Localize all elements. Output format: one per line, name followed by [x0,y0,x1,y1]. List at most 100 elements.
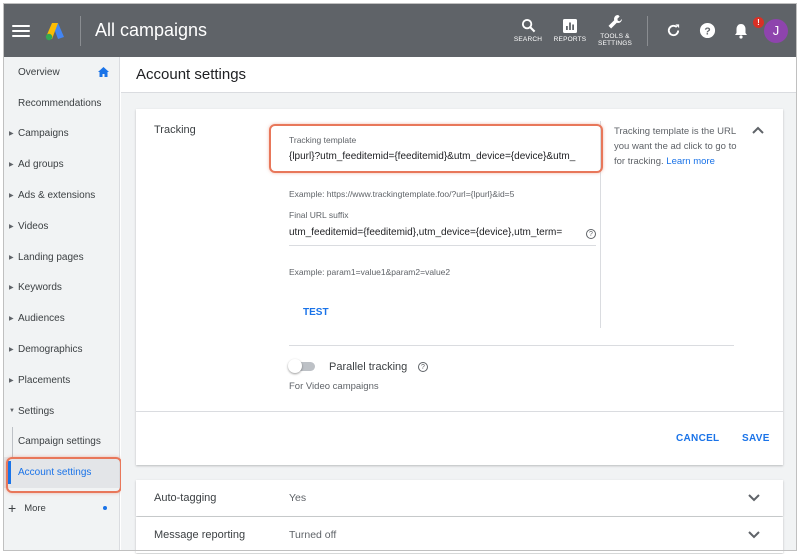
auto-tagging-value: Yes [289,492,307,504]
tracking-card: Tracking Tracking template {lpurl}?utm_f… [136,109,783,465]
sidebar-item-label: Recommendations [18,97,102,109]
caret-right-icon: ▶ [9,285,14,292]
tools-settings-button[interactable]: TOOLS & SETTINGS [591,14,639,47]
wrench-icon [608,15,622,29]
message-reporting-label: Message reporting [154,529,246,541]
menu-icon[interactable] [12,24,30,37]
caret-right-icon: ▶ [9,347,14,354]
svg-text:?: ? [704,26,710,37]
sidebar-item-label: Landing pages [18,251,84,263]
save-button[interactable]: SAVE [742,433,770,444]
reports-label: REPORTS [553,35,587,43]
sidebar-item-ad-groups[interactable]: ▶ Ad groups [4,149,119,180]
learn-more-link[interactable]: Learn more [666,156,715,167]
divider [647,15,648,46]
sidebar-item-overview[interactable]: Overview [4,57,119,88]
search-icon [521,18,535,33]
sidebar-item-demographics[interactable]: ▶ Demographics [4,334,119,365]
sidebar-item-label: Audiences [18,313,65,325]
avatar[interactable]: J [764,18,788,43]
final-url-suffix-input[interactable]: utm_feeditemid={feeditemid},utm_device={… [289,227,585,238]
google-ads-logo[interactable] [44,21,66,41]
home-icon [98,67,109,77]
toggle-knob [288,359,302,373]
sidebar-item-recommendations[interactable]: Recommendations [4,88,119,119]
sidebar-item-settings[interactable]: ▼ Settings [4,396,119,427]
tracking-section-label: Tracking [154,124,196,136]
section-divider [289,345,734,346]
parallel-tracking-note: For Video campaigns [289,381,379,392]
notification-badge: ! [753,16,764,28]
cancel-button[interactable]: CANCEL [676,433,719,444]
caret-right-icon: ▶ [9,377,14,384]
parallel-tracking-label: Parallel tracking [329,361,408,373]
chevron-up-icon[interactable] [752,126,764,134]
sidebar-item-account-settings[interactable]: Account settings [4,457,119,489]
reports-icon [563,18,577,33]
auto-tagging-label: Auto-tagging [154,492,217,504]
sidebar-item-keywords[interactable]: ▶ Keywords [4,273,119,304]
parallel-tracking-help-icon[interactable]: ? [418,362,428,372]
sidebar-item-label: Videos [18,220,49,232]
sidebar-more-button[interactable]: + More [4,494,119,522]
notifications-button[interactable]: ! [724,16,764,39]
caret-right-icon: ▶ [9,193,14,200]
top-app-bar: All campaigns SEARCH REPORTS TOOLS & SET… [4,4,796,57]
reports-button[interactable]: REPORTS [549,18,591,43]
page-title: Account settings [121,57,796,93]
sidebar-item-placements[interactable]: ▶ Placements [4,365,119,396]
caret-right-icon: ▶ [9,316,14,323]
sidebar-item-label: Ad groups [18,159,64,171]
caret-right-icon: ▶ [9,131,14,138]
caret-down-icon: ▼ [9,408,15,415]
plus-icon: + [8,500,17,517]
sidebar-item-ads-extensions[interactable]: ▶ Ads & extensions [4,180,119,211]
bell-icon [735,23,747,39]
search-button[interactable]: SEARCH [507,18,549,43]
chevron-down-icon[interactable] [748,494,760,502]
test-button[interactable]: TEST [303,307,329,318]
refresh-button[interactable] [656,23,690,38]
help-icon: ? [699,22,715,39]
message-reporting-row[interactable]: Message reporting Turned off [136,517,783,553]
sidebar-item-label: Demographics [18,344,83,356]
sidebar-item-videos[interactable]: ▶ Videos [4,211,119,242]
final-url-suffix-label: Final URL suffix [289,210,349,220]
sidebar-item-landing-pages[interactable]: ▶ Landing pages [4,242,119,273]
help-button[interactable]: ? [690,22,724,39]
sidebar-item-label: Overview [18,66,60,78]
new-indicator-dot [103,506,107,511]
sidebar-item-label: Account settings [18,467,92,479]
tracking-template-input[interactable]: {lpurl}?utm_feeditemid={feeditemid}&utm_… [289,151,596,162]
left-navigation: Overview Recommendations ▶ Campaigns ▶ Ad gro… [4,57,120,550]
caret-right-icon: ▶ [9,254,14,261]
sidebar-item-campaign-settings[interactable]: Campaign settings [4,426,119,458]
search-label: SEARCH [513,36,543,43]
caret-right-icon: ▶ [9,223,14,230]
sidebar-item-label: Campaigns [18,128,69,140]
auto-tagging-row[interactable]: Auto-tagging Yes [136,480,783,516]
tracking-help-text: Tracking template is the URL you want th… [614,124,739,169]
tree-line [12,426,13,458]
final-url-suffix-example: Example: param1=value1&param2=value2 [289,267,451,277]
sidebar-item-label: Ads & extensions [18,190,96,202]
parallel-tracking-toggle[interactable] [288,359,318,373]
message-reporting-value: Turned off [289,529,337,541]
column-divider [600,121,601,328]
suffix-help-icon[interactable]: ? [586,229,596,239]
main-content: Account settings Tracking Tracking templ… [121,57,796,553]
tools-settings-label: TOOLS & SETTINGS [597,33,633,47]
caret-right-icon: ▶ [9,162,14,169]
more-label: More [24,502,46,514]
sidebar-item-label: Placements [18,374,71,386]
sidebar-item-audiences[interactable]: ▶ Audiences [4,303,119,334]
refresh-icon [667,24,679,37]
sidebar-item-label: Campaign settings [18,436,101,448]
sidebar-item-campaigns[interactable]: ▶ Campaigns [4,119,119,150]
divider [80,15,81,46]
sidebar-item-label: Keywords [18,282,62,294]
page-scope-title[interactable]: All campaigns [95,20,207,41]
tracking-template-example: Example: https://www.trackingtemplate.fo… [289,189,515,199]
chevron-down-icon[interactable] [748,531,760,539]
suffix-underline [289,245,596,246]
